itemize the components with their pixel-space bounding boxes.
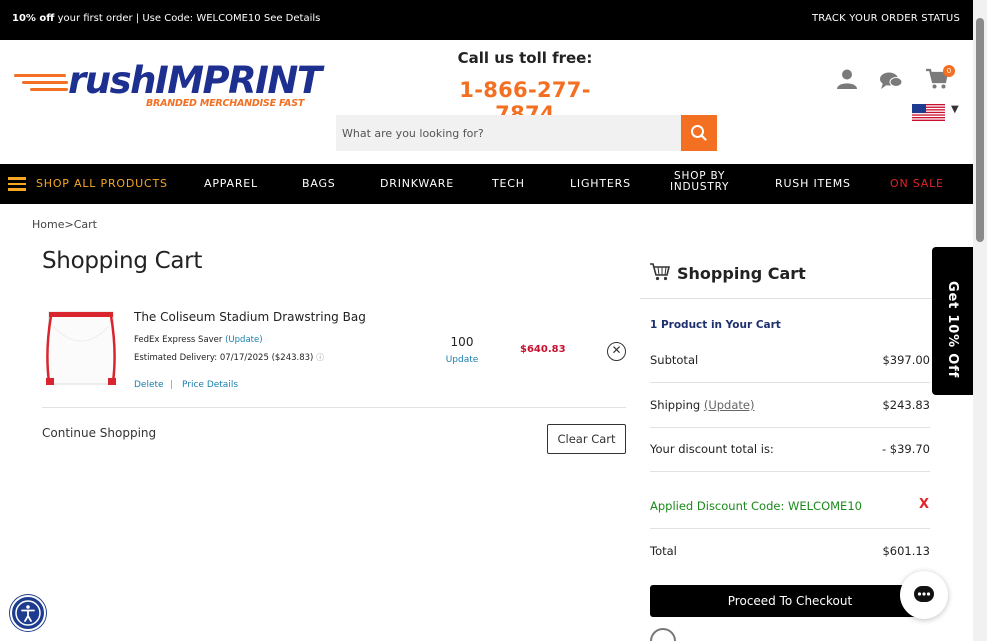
nav-industry-line2: INDUSTRY <box>670 181 730 193</box>
remove-discount-button[interactable]: X <box>919 497 929 512</box>
applied-discount-code: Applied Discount Code: WELCOME10 <box>650 499 862 513</box>
call-us-label: Call us toll free: <box>457 49 593 67</box>
subtotal-row: Subtotal $397.00 <box>650 353 930 367</box>
search-input[interactable] <box>336 115 681 151</box>
accessibility-button[interactable] <box>10 595 46 631</box>
chat-bubbles-icon <box>880 72 903 89</box>
shipping-method-text: FedEx Express Saver <box>134 335 223 345</box>
side-tab-label: Get 10% Off <box>945 281 960 379</box>
nav-rush-items[interactable]: RUSH ITEMS <box>775 177 851 190</box>
subtotal-value: $397.00 <box>882 353 930 367</box>
shipping-update-link[interactable]: (Update) <box>225 335 262 345</box>
nav-apparel[interactable]: APPAREL <box>204 177 258 190</box>
breadcrumb[interactable]: Home>Cart <box>32 218 97 231</box>
shipping-label: Shipping <box>650 398 701 412</box>
estimated-delivery: Estimated Delivery: 07/17/2025 ($243.83)… <box>134 352 324 363</box>
quantity-update-link[interactable]: Update <box>442 355 482 365</box>
nav-shop-by-industry[interactable]: SHOP BY INDUSTRY <box>670 171 729 193</box>
discount-value: - $39.70 <box>881 442 930 456</box>
divider <box>650 382 930 383</box>
user-icon <box>837 69 857 89</box>
cart-count-badge: 0 <box>943 65 955 77</box>
promo-bar: 10% off your first order | Use Code: WEL… <box>0 0 973 40</box>
search-icon <box>691 125 707 141</box>
chat-icon <box>914 586 934 602</box>
proceed-to-checkout-button[interactable]: Proceed To Checkout <box>650 585 930 617</box>
search-bar <box>336 115 717 151</box>
estimated-delivery-text: Estimated Delivery: 07/17/2025 ($243.83) <box>134 353 314 363</box>
logo[interactable]: rushIMPRINT BRANDED MERCHANDISE FAST <box>14 60 322 112</box>
total-label: Total <box>650 544 677 558</box>
discount-row: Your discount total is: - $39.70 <box>650 442 930 456</box>
summary-title: Shopping Cart <box>677 264 806 283</box>
applied-discount-row: Applied Discount Code: WELCOME10 X <box>650 497 930 513</box>
close-icon: ✕ <box>611 343 622 357</box>
us-flag-icon[interactable] <box>912 104 945 121</box>
summary-shipping-update-link[interactable]: (Update) <box>704 398 755 412</box>
nav-tech[interactable]: TECH <box>492 177 525 190</box>
chat-button[interactable] <box>879 71 903 95</box>
nav-shop-all-products[interactable]: SHOP ALL PRODUCTS <box>36 177 168 190</box>
hamburger-icon[interactable] <box>8 177 26 191</box>
nav-drinkware[interactable]: DRINKWARE <box>380 177 454 190</box>
logo-streak <box>14 74 66 77</box>
link-separator: | <box>170 380 174 390</box>
cart-icon <box>649 262 671 282</box>
product-name[interactable]: The Coliseum Stadium Drawstring Bag <box>134 310 366 324</box>
divider <box>42 407 626 408</box>
divider <box>650 427 930 428</box>
logo-tagline: BRANDED MERCHANDISE FAST <box>146 98 305 109</box>
logo-wordmark: rushIMPRINT <box>68 59 322 102</box>
divider <box>640 298 940 299</box>
chevron-down-icon[interactable]: ▼ <box>951 104 959 115</box>
nav-bags[interactable]: BAGS <box>302 177 336 190</box>
shipping-value: $243.83 <box>882 398 930 412</box>
continue-shopping-link[interactable]: Continue Shopping <box>42 426 156 440</box>
total-row: Total $601.13 <box>650 544 930 558</box>
promo-text: 10% off your first order | Use Code: WEL… <box>12 13 320 24</box>
chat-widget-button[interactable] <box>900 571 948 619</box>
main-nav: SHOP ALL PRODUCTS APPAREL BAGS DRINKWARE… <box>0 164 973 204</box>
nav-on-sale[interactable]: ON SALE <box>890 177 944 190</box>
promo-bold: 10% off <box>12 13 55 24</box>
track-order-link[interactable]: TRACK YOUR ORDER STATUS <box>812 13 960 24</box>
discount-label: Your discount total is: <box>650 442 774 456</box>
nav-lighters[interactable]: LIGHTERS <box>570 177 631 190</box>
total-value: $601.13 <box>882 544 930 558</box>
logo-streak <box>22 81 68 84</box>
page: 10% off your first order | Use Code: WEL… <box>0 0 987 641</box>
divider <box>650 528 930 529</box>
logo-streak <box>30 88 68 91</box>
scrollbar-thumb[interactable] <box>976 18 984 242</box>
scrollbar[interactable] <box>973 0 987 641</box>
search-button[interactable] <box>681 115 717 151</box>
divider <box>650 471 930 472</box>
price-details-link[interactable]: Price Details <box>182 380 238 390</box>
shipping-row: Shipping (Update) $243.83 <box>650 398 930 412</box>
info-icon[interactable]: ⓘ <box>316 353 324 362</box>
clear-cart-button[interactable]: Clear Cart <box>547 424 626 454</box>
promo-code: your first order | Use Code: WELCOME10 <box>54 13 261 24</box>
circle-icon <box>650 628 676 641</box>
subtotal-label: Subtotal <box>650 353 699 367</box>
shipping-method: FedEx Express Saver (Update) <box>134 335 263 345</box>
promo-details-link[interactable]: See Details <box>264 13 321 24</box>
line-item-price: $640.83 <box>520 344 566 355</box>
product-image[interactable] <box>43 306 119 388</box>
quantity-value[interactable]: 100 <box>447 335 477 349</box>
delete-item-link[interactable]: Delete <box>134 380 164 390</box>
page-title: Shopping Cart <box>42 248 203 274</box>
product-count: 1 Product in Your Cart <box>650 319 781 331</box>
remove-item-button[interactable]: ✕ <box>607 342 626 361</box>
account-button[interactable] <box>836 68 858 94</box>
get-10-off-tab[interactable]: Get 10% Off <box>932 247 973 395</box>
accessibility-icon <box>15 600 41 626</box>
